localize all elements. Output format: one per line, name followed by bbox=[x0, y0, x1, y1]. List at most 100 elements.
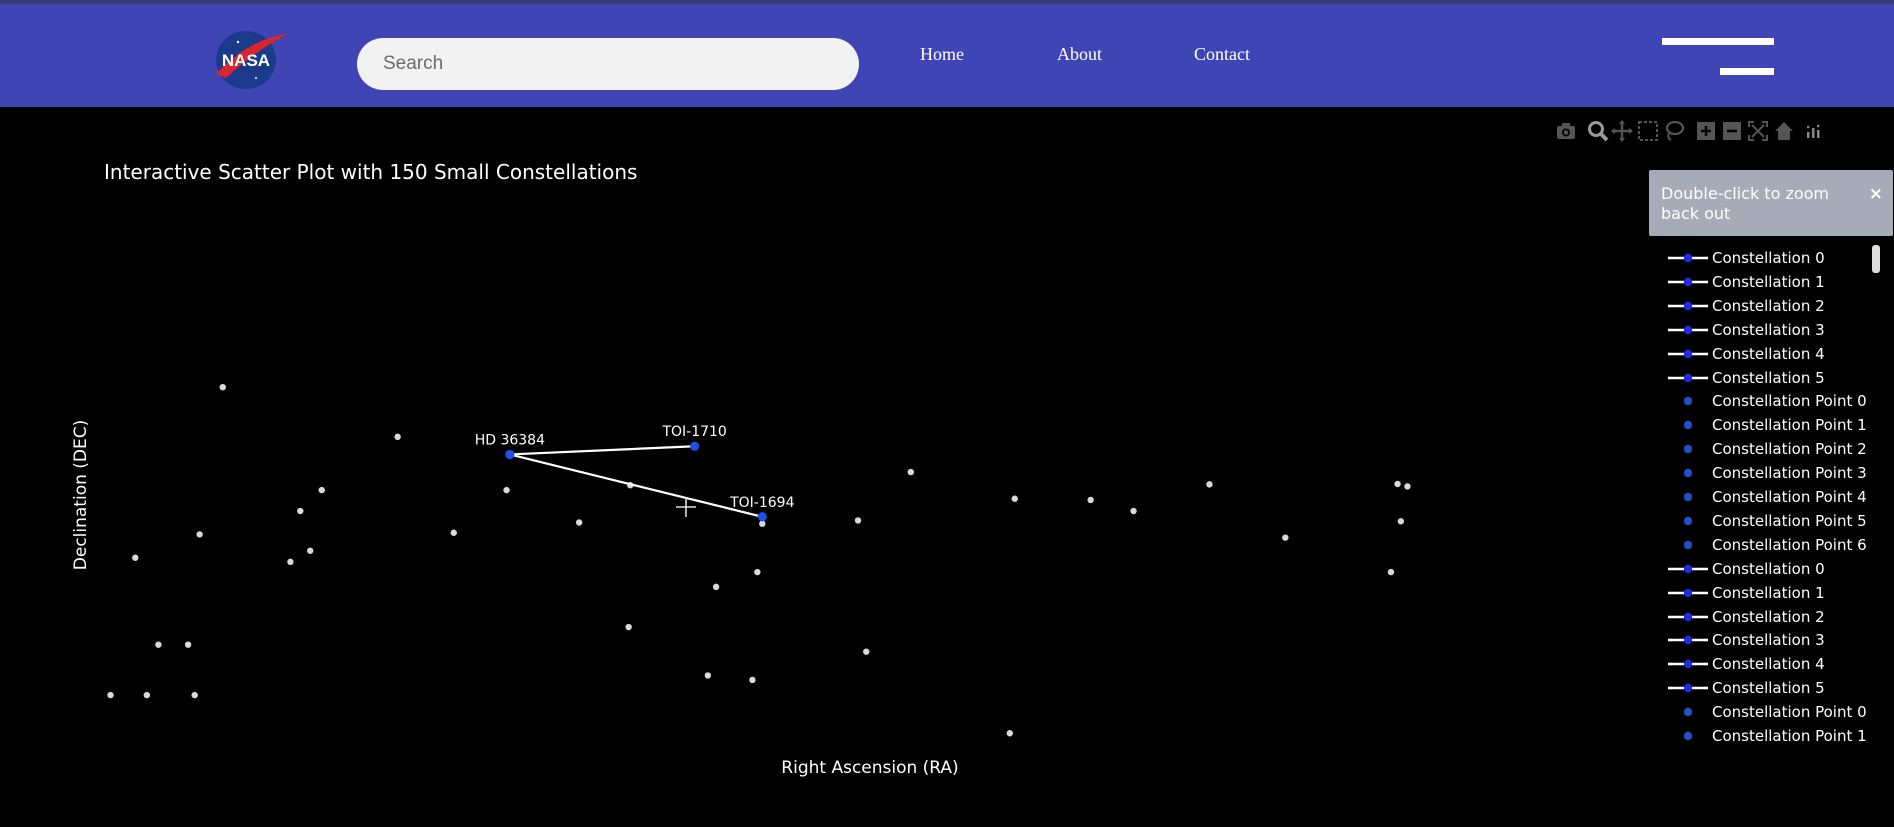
star-point[interactable] bbox=[307, 547, 314, 554]
star-point[interactable] bbox=[754, 568, 761, 576]
nav-contact-link[interactable]: Contact bbox=[1194, 44, 1250, 65]
star-point[interactable] bbox=[1387, 568, 1395, 576]
star-point[interactable] bbox=[191, 691, 198, 699]
constellation-point[interactable] bbox=[757, 512, 767, 522]
star-point[interactable] bbox=[1130, 507, 1137, 515]
legend-item-label: Constellation Point 1 bbox=[1712, 727, 1867, 745]
star-point[interactable] bbox=[132, 554, 139, 561]
legend-item[interactable]: Constellation 2 bbox=[1660, 607, 1880, 627]
zoom-in-icon[interactable] bbox=[1695, 120, 1717, 142]
star-point[interactable] bbox=[1394, 480, 1401, 488]
star-point[interactable] bbox=[625, 623, 632, 631]
legend-item[interactable]: Constellation 3 bbox=[1660, 630, 1880, 650]
legend-line-marker-icon bbox=[1668, 588, 1708, 597]
legend-item[interactable]: Constellation 4 bbox=[1660, 654, 1880, 674]
legend-item[interactable]: Constellation Point 1 bbox=[1660, 726, 1880, 746]
legend-item[interactable]: Constellation 1 bbox=[1660, 272, 1880, 292]
legend-item[interactable]: Constellation Point 1 bbox=[1660, 415, 1880, 435]
y-axis-label: Declination (DEC) bbox=[71, 420, 91, 570]
plotly-logo-icon[interactable] bbox=[1803, 120, 1825, 142]
star-point[interactable] bbox=[503, 486, 510, 494]
star-point[interactable] bbox=[1006, 730, 1013, 737]
zoom-out-icon[interactable] bbox=[1721, 120, 1743, 142]
legend-scrollbar[interactable] bbox=[1872, 245, 1880, 273]
legend-item[interactable]: Constellation 1 bbox=[1660, 583, 1880, 603]
star-point[interactable] bbox=[749, 676, 756, 684]
scatter-plot[interactable]: HD 36384 TOI-1710 TOI-1694 Right Ascension … bbox=[0, 108, 1650, 827]
star-point[interactable] bbox=[704, 672, 712, 679]
legend-line-marker-icon bbox=[1668, 683, 1708, 693]
legend-item-label: Constellation 4 bbox=[1712, 655, 1825, 674]
star-point[interactable] bbox=[1397, 518, 1405, 525]
star-point[interactable] bbox=[196, 531, 203, 538]
legend-item[interactable]: Constellation 0 bbox=[1660, 248, 1880, 268]
nav-about-link[interactable]: About bbox=[1057, 44, 1102, 65]
legend-line-marker-icon bbox=[1668, 325, 1708, 334]
legend-item[interactable]: Constellation 5 bbox=[1660, 678, 1880, 698]
legend-item[interactable]: Constellation Point 6 bbox=[1660, 535, 1880, 555]
search-input[interactable] bbox=[357, 38, 859, 90]
star-point[interactable] bbox=[1404, 483, 1411, 490]
legend-item[interactable]: Constellation Point 0 bbox=[1660, 702, 1880, 722]
legend-point-marker-icon bbox=[1683, 444, 1693, 454]
legend-item[interactable]: Constellation Point 2 bbox=[1660, 439, 1880, 459]
legend-item[interactable]: Constellation 4 bbox=[1660, 344, 1880, 364]
pan-icon[interactable] bbox=[1611, 120, 1633, 142]
star-point[interactable] bbox=[287, 558, 294, 566]
star-point[interactable] bbox=[1087, 496, 1094, 504]
star-point[interactable] bbox=[759, 520, 766, 527]
legend-item-label: Constellation 5 bbox=[1712, 679, 1825, 698]
constellation-point-label: TOI-1710 bbox=[661, 424, 726, 440]
legend-item-label: Constellation Point 5 bbox=[1712, 511, 1867, 530]
legend-line-marker-icon bbox=[1668, 277, 1708, 287]
legend-item-label: Constellation Point 6 bbox=[1712, 535, 1867, 554]
star-point[interactable] bbox=[394, 433, 401, 441]
star-point[interactable] bbox=[450, 529, 457, 536]
star-point[interactable] bbox=[297, 507, 304, 515]
legend-item[interactable]: Constellation Point 3 bbox=[1660, 463, 1880, 483]
star-point[interactable] bbox=[575, 519, 583, 526]
zoom-icon[interactable] bbox=[1587, 120, 1609, 142]
star-point[interactable] bbox=[143, 691, 151, 699]
star-point[interactable] bbox=[155, 641, 162, 648]
legend-item-label: Constellation 1 bbox=[1712, 272, 1825, 291]
legend-item[interactable]: Constellation 2 bbox=[1660, 296, 1880, 316]
legend-line-marker-icon bbox=[1668, 564, 1708, 573]
star-point[interactable] bbox=[712, 583, 720, 591]
star-point[interactable] bbox=[1206, 481, 1213, 488]
star-point[interactable] bbox=[219, 384, 226, 391]
navbar: NASA Home About Contact bbox=[0, 4, 1894, 107]
legend-item[interactable]: Constellation Point 0 bbox=[1660, 391, 1880, 411]
constellation-line[interactable] bbox=[509, 453, 763, 518]
star-point[interactable] bbox=[854, 517, 862, 524]
nasa-logo-text: NASA bbox=[222, 51, 270, 70]
star-point[interactable] bbox=[1282, 534, 1289, 541]
close-icon[interactable]: × bbox=[1869, 184, 1883, 204]
legend-item[interactable]: Constellation Point 4 bbox=[1660, 487, 1880, 507]
nasa-logo[interactable]: NASA bbox=[212, 28, 292, 90]
legend-item[interactable]: Constellation 3 bbox=[1660, 320, 1880, 340]
legend-item-label: Constellation 3 bbox=[1712, 631, 1825, 650]
star-point[interactable] bbox=[318, 486, 325, 494]
camera-icon[interactable] bbox=[1555, 120, 1577, 142]
box-select-icon[interactable] bbox=[1637, 120, 1659, 142]
star-point[interactable] bbox=[1011, 495, 1018, 502]
legend-item[interactable]: Constellation 5 bbox=[1660, 368, 1880, 388]
tooltip-text: Double-click to zoom back out bbox=[1661, 184, 1830, 223]
legend-item-label: Constellation 0 bbox=[1712, 249, 1825, 267]
legend-item[interactable]: Constellation 0 bbox=[1660, 559, 1880, 579]
star-point[interactable] bbox=[863, 648, 870, 655]
nav-home-link[interactable]: Home bbox=[920, 44, 964, 65]
hamburger-icon[interactable] bbox=[1662, 34, 1776, 80]
legend-item[interactable]: Constellation Point 5 bbox=[1660, 511, 1880, 531]
legend-point-marker-icon bbox=[1683, 421, 1693, 430]
constellation-point[interactable] bbox=[505, 449, 515, 460]
legend-item-label: Constellation Point 3 bbox=[1712, 464, 1867, 483]
star-point[interactable] bbox=[184, 641, 192, 648]
reset-axes-icon[interactable] bbox=[1773, 120, 1795, 142]
star-point[interactable] bbox=[907, 468, 914, 476]
autoscale-icon[interactable] bbox=[1747, 120, 1769, 142]
constellation-point[interactable] bbox=[690, 441, 700, 451]
star-point[interactable] bbox=[107, 691, 114, 699]
lasso-icon[interactable] bbox=[1663, 120, 1685, 142]
